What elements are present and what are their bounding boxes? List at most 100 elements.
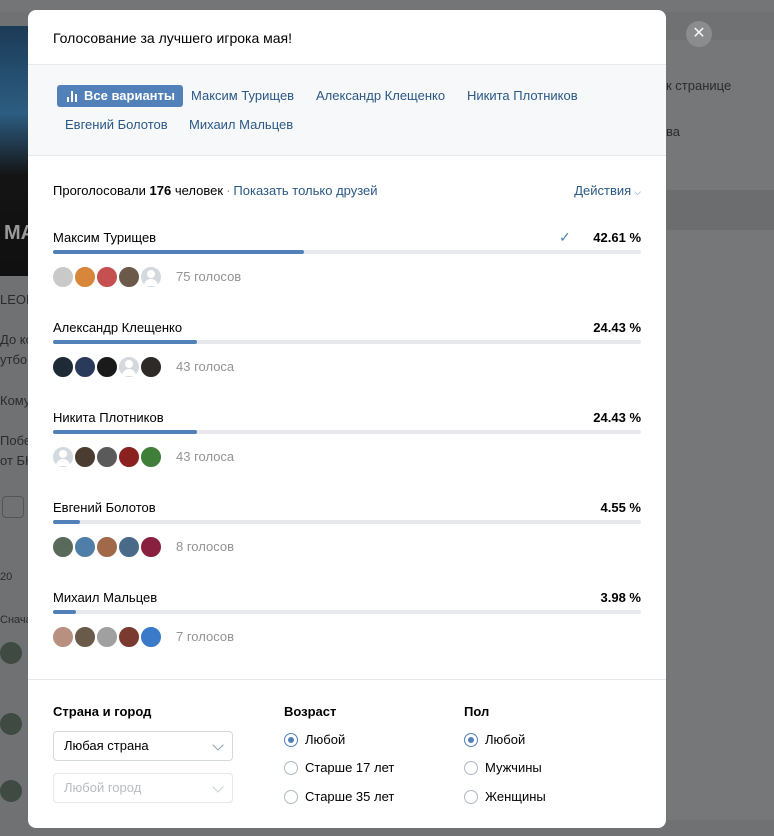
city-select-placeholder: Любой город [64, 780, 142, 795]
tab-option-3[interactable]: Никита Плотников [467, 85, 578, 107]
show-friends-link[interactable]: Показать только друзей [233, 183, 377, 198]
chevron-down-icon: ⌵ [634, 187, 641, 197]
bar-chart-icon [67, 90, 79, 102]
avatar[interactable] [139, 355, 163, 379]
chevron-down-icon [212, 739, 224, 751]
country-select-value: Любая страна [64, 738, 149, 753]
avatar[interactable] [73, 445, 97, 469]
radio-button[interactable] [284, 790, 298, 804]
option-name: Михаил Мальцев [53, 590, 158, 605]
modal-header: Голосование за лучшего игрока мая! [28, 10, 666, 65]
avatar[interactable] [51, 535, 75, 559]
option-progress-track [53, 250, 641, 254]
avatar[interactable] [51, 265, 75, 289]
radio-label: Старше 17 лет [305, 760, 395, 775]
filters-panel: Страна и город Любая страна Любой город … [28, 679, 666, 828]
avatar[interactable] [95, 535, 119, 559]
avatar[interactable] [51, 445, 75, 469]
radio-label: Женщины [485, 789, 546, 804]
avatar[interactable] [73, 535, 97, 559]
avatar[interactable] [139, 535, 163, 559]
tab-option-2[interactable]: Александр Клещенко [316, 85, 445, 107]
option-name: Максим Турищев [53, 230, 157, 245]
tab-all-options[interactable]: Все варианты [57, 85, 183, 107]
avatar[interactable] [51, 625, 75, 649]
background-post-image: MA [0, 26, 35, 276]
option-votes-count[interactable]: 43 голоса [176, 449, 234, 464]
option-percent: 42.61 % [593, 230, 641, 245]
avatar[interactable] [95, 625, 119, 649]
radio-label: Старше 35 лет [305, 789, 395, 804]
poll-voters-modal: Голосование за лучшего игрока мая! Все в… [28, 10, 666, 828]
background-avatar [0, 780, 22, 802]
country-select[interactable]: Любая страна [53, 731, 233, 761]
tab-option-5[interactable]: Михаил Мальцев [189, 114, 293, 136]
option-percent: 24.43 % [593, 320, 641, 335]
tab-option-4[interactable]: Евгений Болотов [65, 114, 168, 136]
option-votes-count[interactable]: 43 голоса [176, 359, 234, 374]
option-votes-count[interactable]: 8 голосов [176, 539, 234, 554]
avatar[interactable] [139, 625, 163, 649]
background-comment-sort: Снача [0, 614, 32, 626]
background-right-text-2: ва [666, 124, 680, 139]
radio-button[interactable] [284, 761, 298, 775]
avatar[interactable] [95, 355, 119, 379]
option-name: Евгений Болотов [53, 500, 156, 515]
radio-button[interactable] [284, 733, 298, 747]
avatar[interactable] [117, 355, 141, 379]
option-progress-track [53, 430, 641, 434]
option-name: Александр Клещенко [53, 320, 183, 335]
separator-dot: · [226, 183, 231, 198]
avatar[interactable] [95, 265, 119, 289]
avatar[interactable] [73, 265, 97, 289]
background-right-strip [666, 190, 774, 230]
radio-label: Любой [485, 732, 526, 747]
check-icon: ✓ [559, 229, 571, 245]
option-votes-count[interactable]: 75 голосов [176, 269, 241, 284]
tab-option-1[interactable]: Максим Турищев [191, 85, 294, 107]
city-select[interactable]: Любой город [53, 773, 233, 803]
avatar[interactable] [139, 445, 163, 469]
radio-button[interactable] [464, 790, 478, 804]
modal-title: Голосование за лучшего игрока мая! [53, 30, 293, 46]
option-progress-track [53, 610, 641, 614]
filter-country-city: Страна и город [53, 704, 151, 733]
avatar[interactable] [95, 445, 119, 469]
tab-label: Все варианты [84, 88, 175, 103]
filter-title: Страна и город [53, 704, 152, 719]
background-avatar [0, 642, 22, 664]
option-progress-track [53, 520, 641, 524]
radio-label: Мужчины [485, 760, 542, 775]
option-votes-count[interactable]: 7 голосов [176, 629, 234, 644]
avatar[interactable] [117, 625, 141, 649]
poll-option-row[interactable]: Евгений Болотов 4.55 % 8 голосов [51, 500, 641, 575]
close-icon[interactable]: ✕ [686, 21, 712, 47]
radio-button[interactable] [464, 761, 478, 775]
filter-title: Возраст [284, 704, 337, 719]
avatar[interactable] [51, 355, 75, 379]
avatar[interactable] [117, 535, 141, 559]
poll-option-row[interactable]: Максим Турищев 42.61 % ✓ 75 голосов [51, 229, 641, 305]
background-text-4: Кому [0, 393, 31, 408]
avatar[interactable] [117, 265, 141, 289]
avatar[interactable] [73, 355, 97, 379]
poll-option-row[interactable]: Михаил Мальцев 3.98 % 7 голосов [51, 590, 641, 665]
option-progress-track [53, 340, 641, 344]
background-text-3: утбо [0, 352, 28, 367]
poll-option-row[interactable]: Никита Плотников 24.43 % 43 голоса [51, 410, 641, 485]
option-progress-fill [53, 610, 77, 614]
poll-option-row[interactable]: Александр Клещенко 24.43 % 43 голоса [51, 320, 641, 395]
filter-age: Возраст [284, 704, 336, 733]
radio-button[interactable] [464, 733, 478, 747]
radio-label: Любой [305, 732, 346, 747]
actions-dropdown[interactable]: Действия ⌵ [574, 183, 641, 198]
background-text-5: Побе [0, 433, 32, 448]
option-progress-fill [53, 430, 197, 434]
filter-title: Пол [464, 704, 490, 719]
avatar[interactable] [117, 445, 141, 469]
background-poll-icon [2, 496, 24, 518]
option-percent: 4.55 % [600, 500, 641, 515]
avatar[interactable] [73, 625, 97, 649]
option-progress-fill [53, 340, 197, 344]
avatar[interactable] [139, 265, 163, 289]
